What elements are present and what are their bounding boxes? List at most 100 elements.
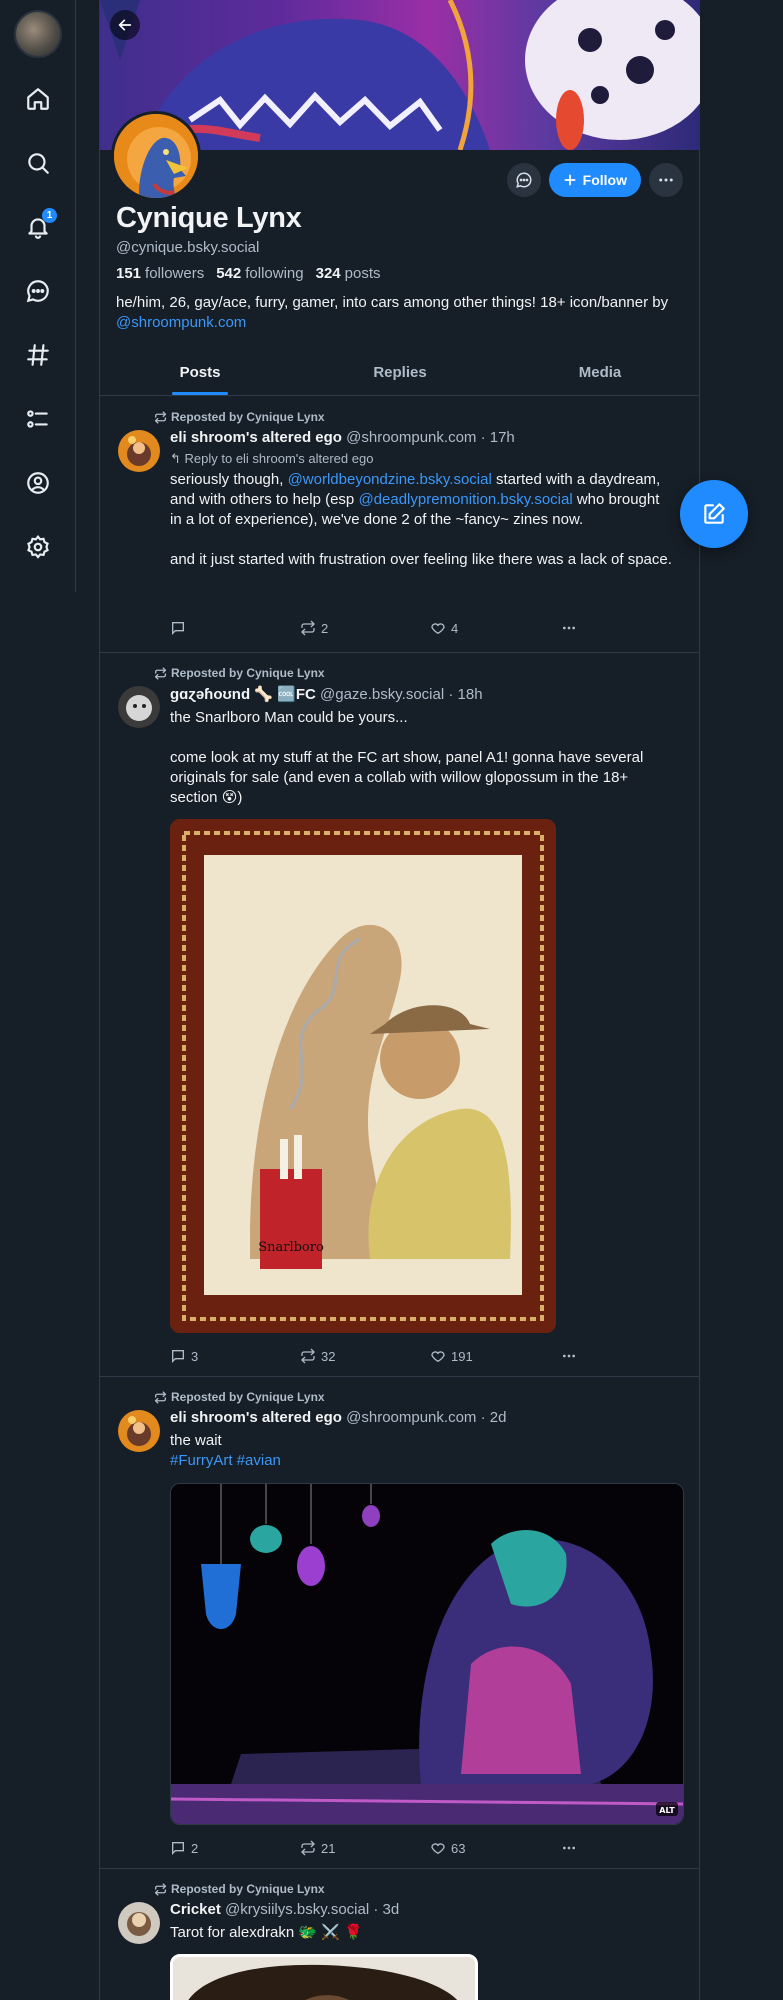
post-text: the Snarlboro Man could be yours... come … bbox=[170, 708, 675, 808]
compose-pencil-icon bbox=[704, 503, 725, 524]
feed-post[interactable]: Reposted by Cynique Lynx eli shroom's al… bbox=[100, 1377, 700, 1869]
tab-media[interactable]: Media bbox=[500, 354, 700, 395]
reply-icon bbox=[172, 1842, 184, 1855]
post-more-button[interactable] bbox=[560, 1840, 578, 1856]
reply-to-label: Reply to eli shroom's altered ego bbox=[184, 451, 374, 466]
repost-indicator: Reposted by Cynique Lynx bbox=[154, 666, 325, 680]
bio-mention-link[interactable]: @shroompunk.com bbox=[116, 314, 246, 331]
reply-button[interactable]: 2 bbox=[170, 1840, 198, 1856]
notifications-icon[interactable]: 1 bbox=[22, 208, 57, 243]
reply-count: 2 bbox=[191, 1840, 199, 1856]
post-author-avatar[interactable] bbox=[118, 686, 160, 728]
heart-icon bbox=[431, 623, 445, 635]
artwork-caption: Snarlboro bbox=[258, 1240, 324, 1255]
like-button[interactable]: 191 bbox=[430, 1348, 473, 1364]
profile-avatar[interactable] bbox=[111, 111, 201, 201]
repost-label: Reposted by Cynique Lynx bbox=[171, 666, 325, 680]
search-icon[interactable] bbox=[22, 147, 54, 179]
feed-post[interactable]: Reposted by Cynique Lynx eli shroom's al… bbox=[100, 397, 700, 653]
repost-icon bbox=[154, 666, 167, 680]
posts-label: posts bbox=[344, 265, 381, 282]
tab-posts[interactable]: Posts bbox=[100, 354, 300, 395]
post-text-segment: the wait bbox=[170, 1432, 222, 1449]
post-timestamp[interactable]: · 18h bbox=[448, 686, 482, 703]
post-timestamp[interactable]: · 3d bbox=[373, 1901, 399, 1918]
ellipsis-icon bbox=[563, 1846, 575, 1850]
alt-text-badge[interactable]: ALT bbox=[659, 1806, 675, 1815]
post-author-handle[interactable]: @krysiilys.bsky.social bbox=[225, 1901, 369, 1918]
follow-button[interactable]: Follow bbox=[548, 163, 641, 197]
tab-replies[interactable]: Replies bbox=[300, 354, 500, 395]
post-author-handle[interactable]: @gaze.bsky.social bbox=[320, 686, 444, 703]
post-image-artwork[interactable]: ALT bbox=[170, 1483, 684, 1825]
feeds-hash-icon[interactable] bbox=[22, 339, 54, 371]
following-label: following bbox=[245, 265, 304, 282]
repost-icon bbox=[154, 1390, 167, 1404]
post-image-artwork[interactable]: Snarlboro bbox=[170, 819, 556, 1333]
repost-icon bbox=[154, 410, 167, 424]
post-text: Tarot for alexdrakn 🐲 ⚔️ 🌹 bbox=[170, 1923, 675, 1943]
reply-button[interactable] bbox=[170, 620, 191, 636]
message-button[interactable] bbox=[506, 163, 541, 197]
reply-button[interactable]: 3 bbox=[170, 1348, 198, 1364]
post-author-handle[interactable]: @shroompunk.com bbox=[346, 429, 476, 446]
post-header: eli shroom's altered ego @shroompunk.com… bbox=[170, 429, 515, 446]
profile-main-column: Follow Cynique Lynx @cynique.bsky.social… bbox=[99, 0, 700, 2000]
like-count: 63 bbox=[451, 1840, 466, 1856]
reply-icon bbox=[172, 1350, 184, 1363]
repost-button[interactable]: 2 bbox=[300, 620, 328, 636]
account-avatar[interactable] bbox=[14, 10, 62, 58]
post-author-handle[interactable]: @shroompunk.com bbox=[346, 1409, 476, 1426]
post-author-avatar[interactable] bbox=[118, 430, 160, 472]
repost-button[interactable]: 32 bbox=[300, 1348, 335, 1364]
post-text: seriously though, @worldbeyondzine.bsky.… bbox=[170, 470, 675, 570]
compose-post-button[interactable] bbox=[680, 480, 748, 548]
followers-stat[interactable]: 151 followers bbox=[116, 265, 204, 282]
post-author-name[interactable]: eli shroom's altered ego bbox=[170, 1409, 342, 1426]
feed-post[interactable]: Reposted by Cynique Lynx ɡɑɀǝɦoʊnd 🦴 🆒FC… bbox=[100, 653, 700, 1377]
posts-stat: 324 posts bbox=[316, 265, 381, 282]
mention-link[interactable]: @deadlypremonition.bsky.social bbox=[358, 491, 572, 508]
post-author-name[interactable]: Cricket bbox=[170, 1901, 221, 1918]
plus-icon bbox=[564, 174, 576, 186]
feed-post[interactable]: Reposted by Cynique Lynx Cricket @krysii… bbox=[100, 1869, 700, 2000]
post-author-name[interactable]: ɡɑɀǝɦoʊnd 🦴 🆒FC bbox=[170, 686, 316, 703]
post-more-button[interactable] bbox=[560, 620, 578, 636]
lists-icon[interactable] bbox=[22, 403, 54, 435]
followers-label: followers bbox=[145, 265, 205, 282]
like-button[interactable]: 63 bbox=[430, 1840, 465, 1856]
post-author-name[interactable]: eli shroom's altered ego bbox=[170, 429, 342, 446]
hashtag-links[interactable]: #FurryArt #avian bbox=[170, 1452, 281, 1469]
repost-icon bbox=[301, 620, 315, 636]
profile-tabs: Posts Replies Media bbox=[100, 354, 700, 396]
post-text: the wait #FurryArt #avian bbox=[170, 1431, 675, 1471]
mention-link[interactable]: @worldbeyondzine.bsky.social bbox=[288, 471, 492, 488]
repost-count: 21 bbox=[321, 1840, 336, 1856]
profile-bio: he/him, 26, gay/ace, furry, gamer, into … bbox=[116, 293, 686, 333]
post-image-artwork[interactable] bbox=[170, 1954, 478, 2000]
repost-button[interactable]: 21 bbox=[300, 1840, 335, 1856]
profile-icon[interactable] bbox=[22, 467, 54, 499]
following-stat[interactable]: 542 following bbox=[216, 265, 303, 282]
notification-badge: 1 bbox=[42, 208, 57, 223]
post-timestamp[interactable]: · 17h bbox=[481, 429, 515, 446]
settings-gear-icon[interactable] bbox=[22, 531, 54, 563]
post-more-button[interactable] bbox=[560, 1348, 578, 1364]
post-author-avatar[interactable] bbox=[118, 1902, 160, 1944]
following-count: 542 bbox=[216, 265, 242, 282]
post-header: ɡɑɀǝɦoʊnd 🦴 🆒FC @gaze.bsky.social · 18h bbox=[170, 685, 483, 703]
like-button[interactable]: 4 bbox=[430, 620, 458, 636]
followers-count: 151 bbox=[116, 265, 142, 282]
back-button[interactable] bbox=[110, 10, 140, 40]
home-icon[interactable] bbox=[22, 83, 54, 115]
repost-icon bbox=[301, 1840, 315, 1856]
chat-bubble-icon bbox=[515, 172, 532, 188]
reply-to-indicator[interactable]: ↰ Reply to eli shroom's altered ego bbox=[170, 451, 373, 467]
post-text-segment: and it just started with frustration ove… bbox=[170, 551, 672, 568]
post-author-avatar[interactable] bbox=[118, 1410, 160, 1452]
profile-handle: @cynique.bsky.social bbox=[116, 239, 260, 256]
more-options-button[interactable] bbox=[649, 163, 683, 197]
chat-icon[interactable] bbox=[22, 275, 54, 307]
repost-indicator: Reposted by Cynique Lynx bbox=[154, 1882, 325, 1896]
post-timestamp[interactable]: · 2d bbox=[481, 1409, 507, 1426]
